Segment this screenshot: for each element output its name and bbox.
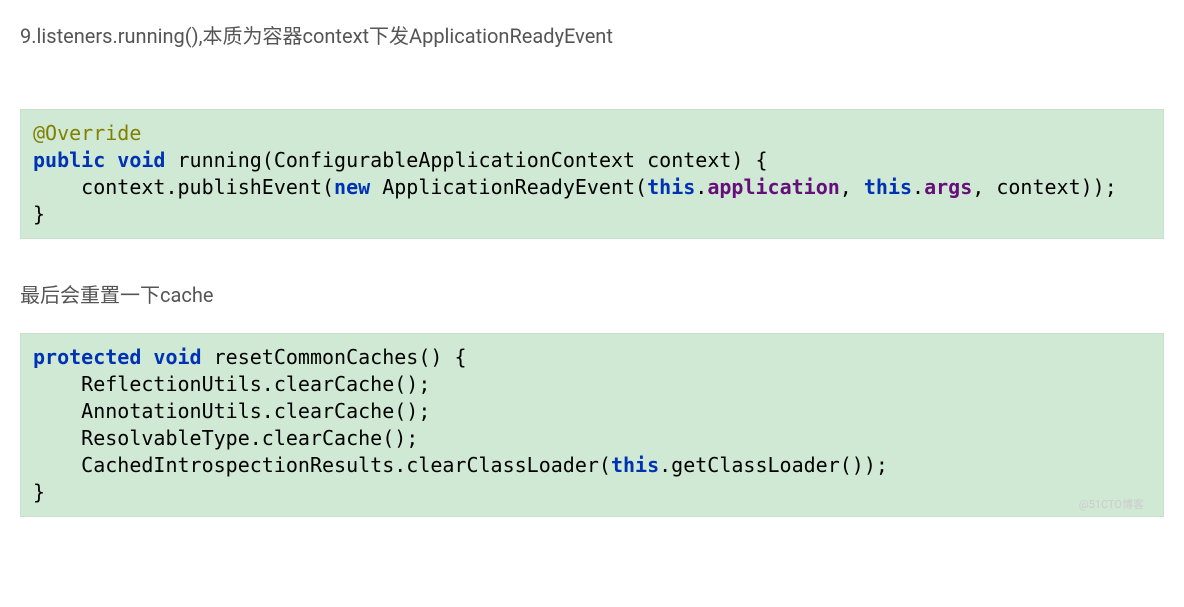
code-text: . (695, 175, 707, 199)
code-block-2: protected void resetCommonCaches() { Ref… (20, 333, 1164, 517)
field-application: application (707, 175, 839, 199)
annotation-override: @Override (33, 121, 141, 145)
code-text: .getClassLoader()); (659, 453, 888, 477)
section-heading-1: 9.listeners.running(),本质为容器context下发Appl… (20, 20, 1164, 49)
keyword-protected: protected (33, 345, 141, 369)
code-text: AnnotationUtils.clearCache(); (33, 399, 430, 423)
keyword-this: this (647, 175, 695, 199)
watermark: @51CTO博客 (1079, 496, 1144, 512)
code-text: } (33, 202, 45, 226)
keyword-this: this (864, 175, 912, 199)
keyword-public: public (33, 148, 105, 172)
code-text: CachedIntrospectionResults.clearClassLoa… (33, 453, 611, 477)
code-block-1: @Override public void running(Configurab… (20, 109, 1164, 239)
section-heading-2: 最后会重置一下cache (20, 279, 1164, 308)
code-text: . (912, 175, 924, 199)
code-text: , context)); (972, 175, 1117, 199)
keyword-void: void (153, 345, 201, 369)
code-text: , (840, 175, 864, 199)
code-text: context.publishEvent( (33, 175, 334, 199)
field-args: args (924, 175, 972, 199)
code-text: } (33, 480, 45, 504)
keyword-new: new (334, 175, 370, 199)
keyword-void: void (117, 148, 165, 172)
code-text: ApplicationReadyEvent( (370, 175, 647, 199)
code-text: ReflectionUtils.clearCache(); (33, 372, 430, 396)
code-text: ResolvableType.clearCache(); (33, 426, 418, 450)
code-text: resetCommonCaches() { (202, 345, 467, 369)
keyword-this: this (611, 453, 659, 477)
code-text: running(ConfigurableApplicationContext c… (165, 148, 767, 172)
